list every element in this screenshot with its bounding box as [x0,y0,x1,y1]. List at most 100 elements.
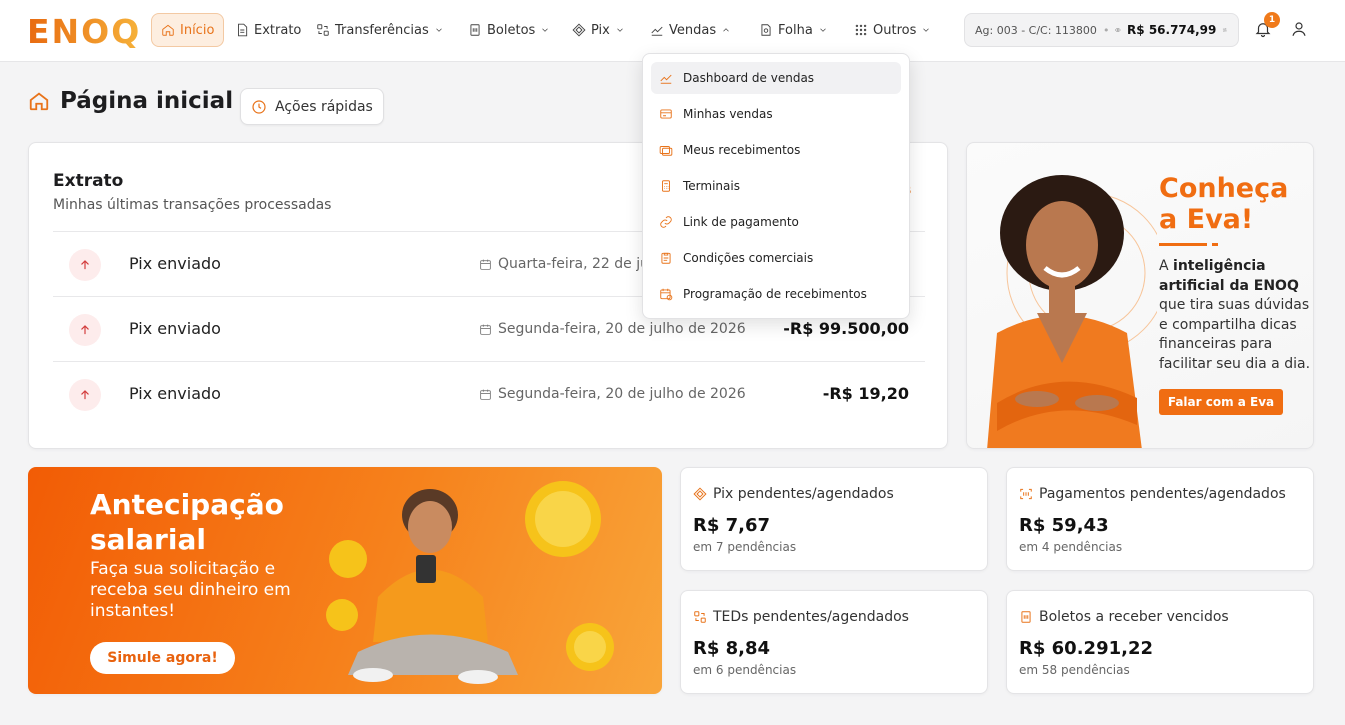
enoq-logo[interactable]: ENOQ [27,12,141,51]
nav-label: Início [180,22,215,38]
stat-title-text: TEDs pendentes/agendados [713,609,909,625]
calendar-schedule-icon [660,288,673,301]
stat-card-pagamentos[interactable]: Pagamentos pendentes/agendados R$ 59,43 … [1006,467,1314,571]
stat-card-teds[interactable]: TEDs pendentes/agendados R$ 8,84 em 6 pe… [680,590,988,694]
salary-advance-title-line2: salarial [90,523,206,556]
talk-to-eva-button[interactable]: Falar com a Eva [1159,389,1283,415]
menu-item-label: Meus recebimentos [683,143,801,157]
divider [1159,243,1207,246]
arrow-up-icon [81,325,89,335]
eva-banner[interactable]: Conheça a Eva! A inteligência artificial … [966,142,1314,449]
menu-item-terminais[interactable]: Terminais [651,170,901,202]
chevron-down-icon [617,28,623,32]
stat-value: R$ 59,43 [1019,515,1109,536]
outgoing-icon-wrap [69,249,101,281]
quick-actions-label: Ações rápidas [275,98,373,115]
stat-title: Boletos a receber vencidos [1019,609,1229,625]
stat-title-text: Pix pendentes/agendados [713,486,894,502]
nav-boletos[interactable]: Boletos [459,13,559,47]
stat-subtitle: em 58 pendências [1019,663,1130,677]
stat-subtitle: em 4 pendências [1019,540,1123,554]
nav-label: Extrato [254,22,302,38]
nav-vendas[interactable]: Vendas [641,13,740,47]
calendar-icon [480,259,491,270]
salary-advance-title-line1: Antecipação [90,488,284,521]
salary-advance-banner[interactable]: Antecipação salarial Faça sua solicitação… [28,467,662,694]
stat-value: R$ 60.291,22 [1019,638,1153,659]
outgoing-icon-wrap [69,314,101,346]
salary-advance-text: Faça sua solicitação e receba seu dinhei… [90,559,291,621]
barcode-doc-icon [470,24,480,36]
eva-woman-illustration [987,175,1157,448]
home-icon [162,24,174,36]
menu-item-condicoes-comerciais[interactable]: Condições comerciais [651,242,901,274]
nav-folha[interactable]: Folha [750,13,837,47]
barcode-doc-icon [1021,611,1031,623]
quick-actions-button[interactable]: Ações rápidas [240,88,384,125]
chart-line-icon [660,74,672,84]
barcode-scan-icon [1020,488,1032,500]
simulate-now-button[interactable]: Simule agora! [90,642,235,674]
document-icon [238,23,248,37]
stat-card-pix[interactable]: Pix pendentes/agendados R$ 7,67 em 7 pen… [680,467,988,571]
stat-title: Pix pendentes/agendados [693,486,894,502]
menu-item-link-pagamento[interactable]: Link de pagamento [651,206,901,238]
menu-item-minhas-vendas[interactable]: Minhas vendas [651,98,901,130]
receivables-icon [659,146,673,156]
eva-description: A inteligência artificial da ENOQ que ti… [1159,257,1313,374]
vendas-dropdown-menu: Dashboard de vendas Minhas vendas Meus r… [642,53,910,319]
account-balance-box[interactable]: Ag: 003 - C/C: 113800 • R$ 56.774,99 [964,13,1239,47]
transaction-name: Pix enviado [129,319,221,338]
stat-subtitle: em 6 pendências [693,663,797,677]
home-icon [29,92,49,111]
menu-item-label: Programação de recebimentos [683,287,867,301]
chevron-down-icon [435,28,442,32]
eva-text-bold: inteligência artificial da ENOQ [1159,258,1299,294]
nav-extrato[interactable]: Extrato [226,13,310,47]
stat-value: R$ 7,67 [693,515,771,536]
young-man-coins-illustration [326,481,614,684]
stat-subtitle: em 7 pendências [693,540,797,554]
nav-inicio[interactable]: Início [151,13,225,47]
transaction-row[interactable]: Pix enviado Segunda-feira, 20 de julho d… [53,361,925,426]
nav-transferencias[interactable]: Transferências [307,13,453,47]
pix-icon [572,23,586,37]
chevron-down-icon [542,28,549,32]
page-title-text: Página inicial [60,88,234,114]
stat-card-boletos[interactable]: Boletos a receber vencidos R$ 60.291,22 … [1006,590,1314,694]
notification-badge: 1 [1264,12,1280,28]
nav-outros[interactable]: Outros [845,13,940,47]
sales-list-icon [660,109,672,119]
menu-item-meus-recebimentos[interactable]: Meus recebimentos [651,134,901,166]
eva-text-prefix: A [1159,258,1174,274]
stat-title: Pagamentos pendentes/agendados [1019,486,1286,502]
nav-label: Vendas [669,22,717,38]
calendar-icon [480,389,491,400]
grid-dots-icon [855,24,867,36]
chevron-up-icon [723,28,729,32]
switch-account-icon[interactable] [1222,23,1228,37]
menu-item-dashboard-vendas[interactable]: Dashboard de vendas [651,62,901,94]
menu-item-label: Dashboard de vendas [683,71,815,85]
transaction-name: Pix enviado [129,254,221,273]
user-icon [1292,22,1306,36]
nav-label: Transferências [335,22,429,38]
transfer-icon [317,24,329,36]
nav-pix[interactable]: Pix [563,13,634,47]
arrow-up-icon [81,260,89,270]
extrato-title: Extrato [53,171,124,191]
payroll-icon [761,24,771,36]
extrato-subtitle: Minhas últimas transações processadas [53,197,332,213]
chart-line-icon [651,26,663,36]
menu-item-programacao-recebimentos[interactable]: Programação de recebimentos [651,278,901,310]
nav-label: Outros [873,22,917,38]
transaction-date: Segunda-feira, 20 de julho de 2026 [479,321,746,337]
transaction-date-text: Segunda-feira, 20 de julho de 2026 [498,386,746,402]
nav-label: Pix [591,22,610,38]
transaction-name: Pix enviado [129,384,221,403]
account-info: Ag: 003 - C/C: 113800 [975,23,1097,37]
chevron-down-icon [923,28,930,32]
eye-icon[interactable] [1115,23,1122,37]
chevron-down-icon [820,28,826,32]
user-menu-button[interactable] [1290,20,1308,42]
